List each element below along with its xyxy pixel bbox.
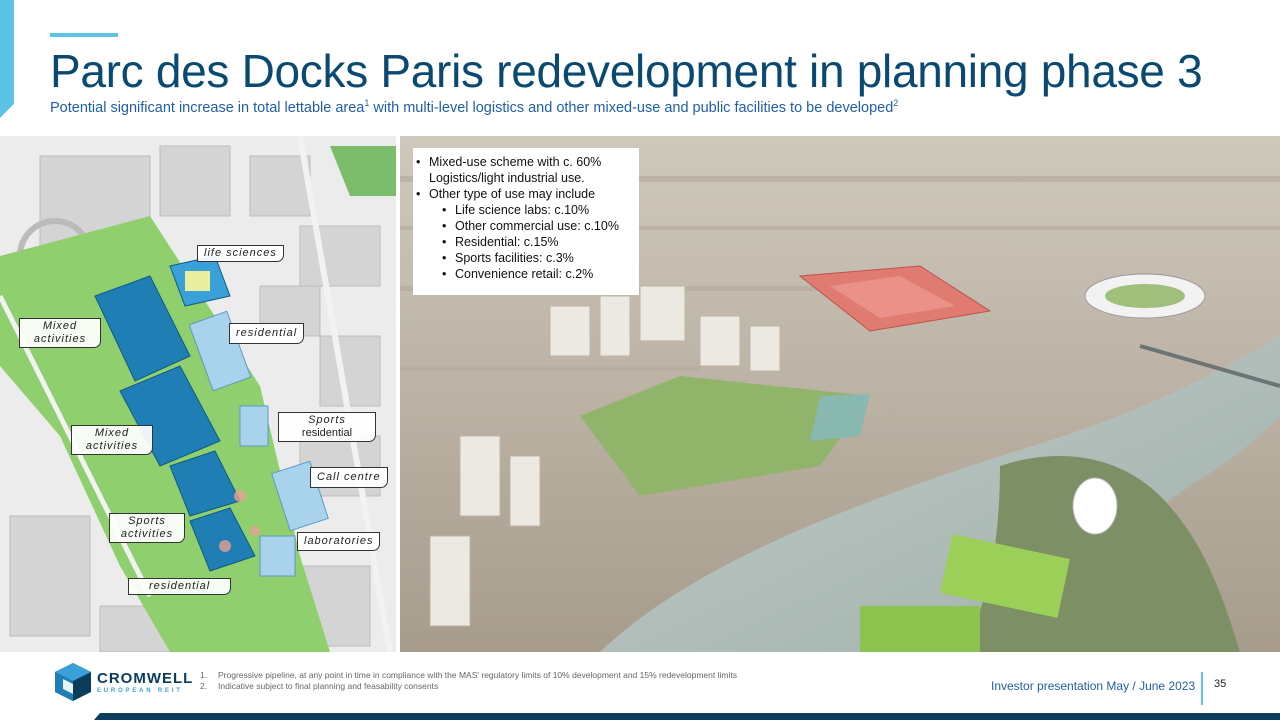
use-breakdown-list: Life science labs: c.10% Other commercia…	[429, 202, 639, 282]
plan-label-call-centre: Call centre	[310, 467, 388, 488]
brand-subtitle: EUROPEAN REIT	[97, 688, 183, 694]
list-item-text: Other type of use may include	[429, 187, 596, 201]
cromwell-cube-icon	[55, 663, 91, 701]
plan-label-sports-residential: Sports residential	[278, 412, 376, 442]
footer-divider	[1201, 672, 1203, 705]
list-item: Other type of use may include Life scien…	[416, 186, 639, 282]
slide-title: Parc des Docks Paris redevelopment in pl…	[50, 45, 1203, 97]
title-rule	[50, 33, 118, 37]
footnote-text: Indicative subject to final planning and…	[218, 681, 439, 691]
list-item: Sports facilities: c.3%	[442, 250, 639, 266]
plan-label-residential-2: residential	[301, 427, 353, 439]
footnotes: 1. Progressive pipeline, at any point in …	[200, 670, 737, 692]
presentation-label: Investor presentation May / June 2023	[991, 679, 1196, 693]
footnote-text: Progressive pipeline, at any point in ti…	[218, 670, 737, 680]
footnote: 2. Indicative subject to final planning a…	[200, 681, 737, 692]
plan-label-sports: Sports	[308, 414, 346, 426]
page-number: 35	[1214, 678, 1227, 690]
subtitle-text-1: Potential significant increase in total …	[50, 99, 365, 116]
footnote: 1. Progressive pipeline, at any point in …	[200, 670, 737, 681]
list-item: Other commercial use: c.10%	[442, 218, 639, 234]
list-item: Convenience retail: c.2%	[442, 266, 639, 282]
corner-accent	[0, 0, 14, 118]
subtitle-text-2: with multi-level logistics and other mix…	[369, 99, 894, 116]
site-plan-drawing	[0, 136, 396, 652]
plan-label-residential-1: residential	[229, 323, 305, 344]
site-plan-image	[0, 136, 396, 652]
use-mix-list: Mixed-use scheme with c. 60% Logistics/l…	[413, 154, 639, 282]
list-item: Life science labs: c.10%	[442, 202, 639, 218]
plan-label-mixed-activities-1: Mixed activities	[19, 318, 101, 348]
bottom-bar	[94, 713, 1280, 720]
footnote-number: 1.	[200, 670, 208, 680]
brand-name: CROMWELL	[97, 670, 194, 687]
plan-label-laboratories: laboratories	[297, 532, 381, 551]
list-item: Mixed-use scheme with c. 60% Logistics/l…	[416, 154, 639, 186]
footnote-number: 2.	[200, 681, 208, 691]
plan-label-residential-3: residential	[128, 578, 232, 595]
plan-label-sports-activities: Sports activities	[109, 513, 185, 543]
plan-label-life-sciences: life sciences	[197, 245, 284, 262]
use-mix-info-box: Mixed-use scheme with c. 60% Logistics/l…	[413, 148, 639, 295]
slide-subtitle: Potential significant increase in total …	[50, 98, 898, 116]
list-item: Residential: c.15%	[442, 234, 639, 250]
subtitle-footnote-2: 2	[893, 98, 899, 108]
plan-label-mixed-activities-2: Mixed activities	[71, 425, 153, 455]
